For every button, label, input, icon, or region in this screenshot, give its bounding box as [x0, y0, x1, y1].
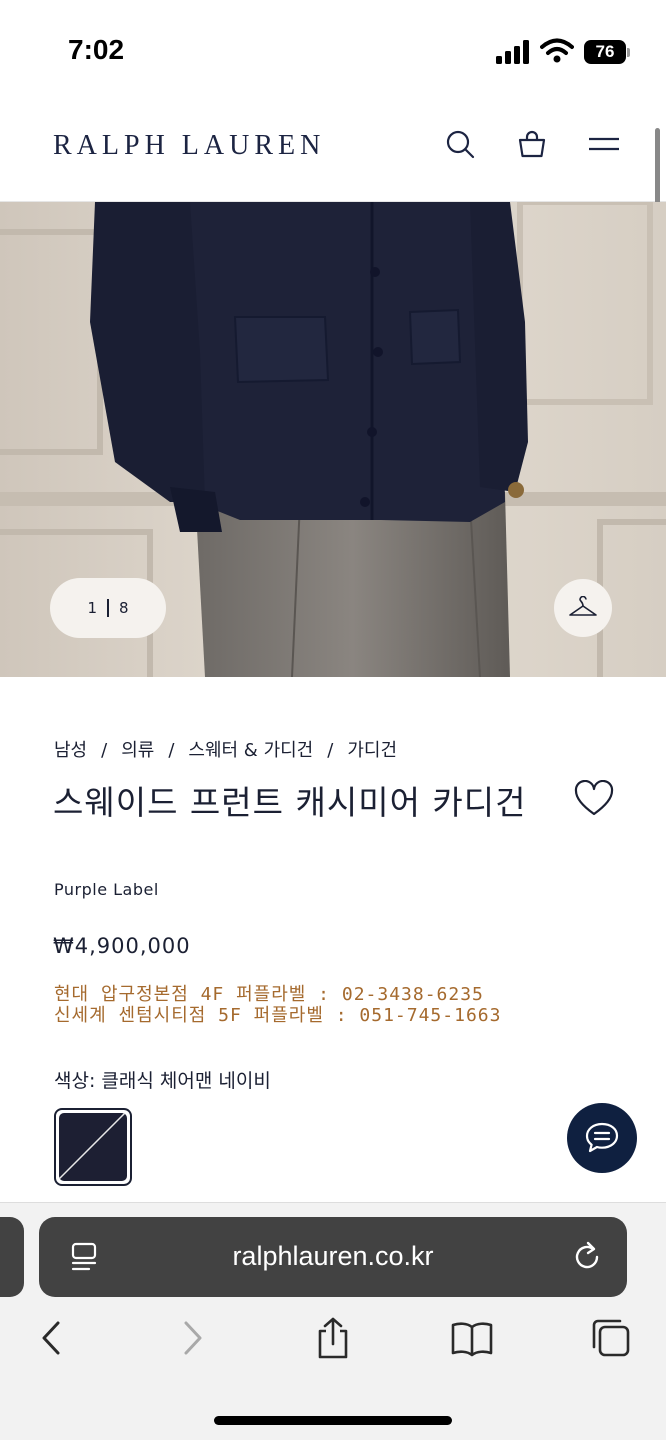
page-scrollbar[interactable]	[655, 128, 660, 206]
search-icon[interactable]	[444, 128, 476, 160]
menu-icon[interactable]	[588, 128, 620, 160]
breadcrumb-item[interactable]: 남성	[54, 740, 87, 761]
gallery-total: 8	[119, 599, 129, 617]
product-price: ₩4,900,000	[53, 934, 191, 958]
breadcrumb-separator: /	[168, 740, 175, 761]
chat-button[interactable]	[567, 1103, 637, 1173]
url-text[interactable]: ralphlauren.co.kr	[39, 1241, 627, 1272]
bookmarks-icon[interactable]	[451, 1317, 493, 1359]
color-label: 색상: 클래식 체어맨 네이비	[54, 1070, 271, 1092]
browser-toolbar: ralphlauren.co.kr	[0, 1202, 666, 1440]
back-icon[interactable]	[30, 1317, 72, 1359]
gallery-counter[interactable]: 1 8	[50, 578, 166, 638]
shopping-bag-icon[interactable]	[516, 128, 548, 160]
chat-icon	[585, 1122, 619, 1153]
status-time: 7:02	[68, 34, 125, 65]
heart-icon[interactable]	[574, 780, 614, 818]
battery-level: 76	[595, 42, 615, 61]
breadcrumb-item[interactable]: 의류	[121, 740, 154, 761]
address-bar[interactable]: ralphlauren.co.kr	[39, 1217, 627, 1297]
hanger-icon	[569, 596, 597, 616]
battery-icon: 76	[584, 40, 630, 64]
breadcrumb-separator: /	[101, 740, 108, 761]
color-swatch[interactable]	[54, 1108, 132, 1186]
brand-logo[interactable]: RALPH LAUREN	[53, 130, 325, 162]
home-indicator[interactable]	[214, 1416, 452, 1425]
signal-icon	[496, 40, 529, 64]
breadcrumb-separator: /	[327, 740, 334, 761]
hanger-button[interactable]	[554, 579, 612, 637]
breadcrumb: 남성 / 의류 / 스웨터 & 가디건 / 가디건	[54, 736, 397, 762]
store-info-line: 신세계 센텀시티점 5F 퍼플라벨 : 051-745-1663	[54, 1005, 502, 1026]
wifi-icon	[540, 38, 574, 63]
counter-divider	[107, 599, 109, 617]
forward-icon[interactable]	[172, 1317, 214, 1359]
swatch-selected-line	[59, 1113, 126, 1180]
site-header: RALPH LAUREN	[0, 100, 666, 202]
reload-icon[interactable]	[571, 1241, 603, 1273]
product-title: 스웨이드 프런트 캐시미어 카디건	[53, 783, 527, 822]
breadcrumb-item[interactable]: 가디건	[347, 740, 397, 761]
previous-tab[interactable]	[0, 1217, 24, 1297]
product-brand: Purple Label	[54, 880, 159, 899]
tabs-icon[interactable]	[590, 1317, 632, 1359]
share-icon[interactable]	[312, 1317, 354, 1359]
status-bar: 7:02 76	[0, 0, 666, 100]
breadcrumb-item[interactable]: 스웨터 & 가디건	[188, 740, 313, 761]
gallery-current: 1	[87, 599, 97, 617]
